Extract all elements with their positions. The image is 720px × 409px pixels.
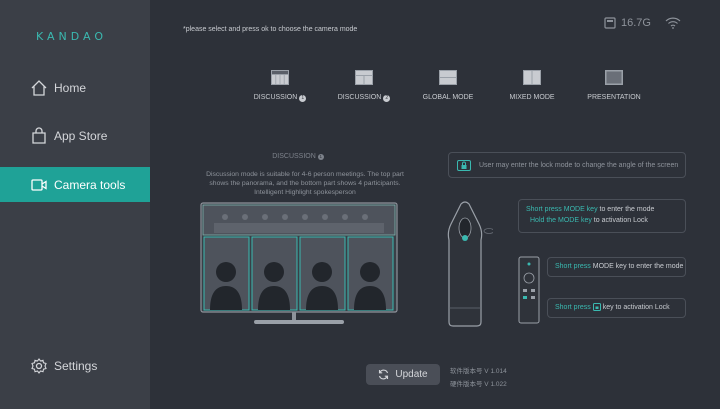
- refresh-icon: [378, 369, 389, 380]
- store-icon: [30, 127, 48, 145]
- mode-label: DISCUSSION: [253, 94, 298, 101]
- lock-key-icon: [592, 303, 601, 312]
- sd-card-icon: [604, 17, 616, 29]
- mode-label: DISCUSSION: [337, 94, 382, 101]
- sidebar-item-label: App Store: [54, 128, 108, 143]
- update-button[interactable]: Update: [366, 364, 440, 385]
- mode-label: PRESENTATION: [587, 94, 641, 101]
- tv-illustration: [200, 202, 398, 326]
- remote-illustration: [518, 256, 540, 324]
- sidebar-item-home[interactable]: Home: [0, 70, 150, 105]
- sidebar-item-camera-tools[interactable]: Camera tools: [0, 167, 150, 202]
- remote-short-press: Short press: [555, 263, 591, 270]
- mode-badge: 2: [383, 95, 391, 102]
- camera-short-press-key: Short press MODE key: [526, 206, 598, 213]
- mode-presentation[interactable]: PRESENTATION: [574, 70, 654, 101]
- remote-mode-key-info: Short press MODE key to enter the mode: [547, 257, 686, 277]
- mode-label: GLOBAL MODE: [422, 94, 474, 101]
- camera-hold-text: to activation Lock: [591, 217, 648, 224]
- mode-label: MIXED MODE: [509, 94, 555, 101]
- hardware-version: 硬件版本号 V 1.022: [450, 381, 507, 388]
- lock-icon: [457, 159, 471, 171]
- sidebar-item-label: Home: [54, 80, 87, 95]
- storage-indicator: 16.7G: [604, 17, 681, 29]
- detail-title-text: DISCUSSION: [272, 153, 316, 160]
- description-line: shows the panorama, and the bottom part …: [209, 180, 401, 187]
- sidebar-item-label: Settings: [54, 358, 98, 373]
- discussion-1-icon: [271, 70, 289, 85]
- sidebar-item-app-store[interactable]: App Store: [0, 118, 150, 153]
- detail-title: DISCUSSION 1: [252, 153, 344, 160]
- kandao-logo: KANDAO: [36, 30, 108, 43]
- software-version: 软件版本号 V 1.014: [450, 368, 507, 375]
- camera-hold-key: Hold the MODE key: [530, 217, 592, 224]
- camera-key-info: Short press MODE key to enter the mode H…: [518, 199, 686, 233]
- gear-icon: [30, 357, 48, 375]
- mode-discussion-2[interactable]: DISCUSSION 2: [324, 70, 404, 102]
- detail-title-badge: 1: [317, 154, 324, 160]
- mode-mixed[interactable]: MIXED MODE: [492, 70, 572, 101]
- sidebar: KANDAO Home App Store Camera tools Setti…: [0, 0, 150, 409]
- sidebar-item-label: Camera tools: [54, 177, 126, 192]
- mode-global[interactable]: GLOBAL MODE: [408, 70, 488, 101]
- presentation-icon: [605, 70, 623, 85]
- remote-lock-text: key to activation Lock: [600, 304, 670, 311]
- lock-mode-info: User may enter the lock mode to change t…: [448, 152, 686, 178]
- storage-value: 16.7G: [621, 17, 651, 29]
- mixed-mode-icon: [523, 70, 541, 85]
- wifi-icon: [665, 17, 681, 29]
- description-line: Discussion mode is suitable for 4-6 pers…: [206, 171, 404, 178]
- global-mode-icon: [439, 70, 457, 85]
- sidebar-item-settings[interactable]: Settings: [0, 348, 150, 383]
- home-icon: [30, 79, 48, 97]
- lock-info-text: User may enter the lock mode to change t…: [479, 161, 679, 169]
- description-line: Intelligent Highlight spokesperson: [254, 189, 356, 196]
- update-label: Update: [395, 369, 428, 380]
- remote-lock-key-info: Short press key to activation Lock: [547, 298, 686, 318]
- mode-badge: 1: [299, 95, 307, 102]
- mode-hint: *please select and press ok to choose th…: [183, 26, 358, 33]
- mode-discussion-1[interactable]: DISCUSSION 1: [240, 70, 320, 102]
- detail-description: Discussion mode is suitable for 4-6 pers…: [196, 170, 414, 197]
- remote-lock-short-press: Short press: [555, 304, 591, 311]
- camera-short-press-text: to enter the mode: [597, 206, 655, 213]
- camera-device-illustration: [443, 198, 493, 328]
- remote-mode-text: MODE key to enter the mode: [590, 263, 684, 270]
- camera-icon: [30, 176, 48, 194]
- discussion-2-icon: [355, 70, 373, 85]
